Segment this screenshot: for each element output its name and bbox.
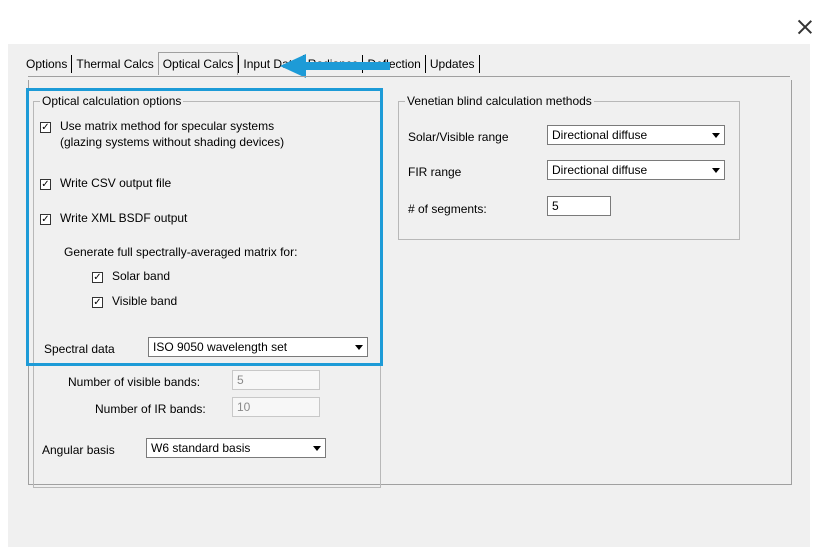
num-ir-bands-label: Number of IR bands: bbox=[95, 402, 206, 416]
segments-input[interactable]: 5 bbox=[547, 196, 611, 216]
tab-strip: Options Thermal Calcs Optical Calcs Inpu… bbox=[22, 51, 480, 76]
tab-options[interactable]: Options bbox=[22, 54, 71, 74]
tab-separator bbox=[478, 55, 480, 73]
panel-top-border bbox=[28, 76, 790, 77]
chevron-down-icon[interactable] bbox=[708, 161, 724, 179]
arrow-annotation-icon bbox=[280, 54, 390, 78]
chevron-down-icon[interactable] bbox=[708, 126, 724, 144]
angular-basis-select[interactable]: W6 standard basis bbox=[146, 438, 326, 458]
solar-visible-range-label: Solar/Visible range bbox=[408, 130, 509, 144]
num-ir-bands-input[interactable]: 10 bbox=[232, 397, 320, 417]
tab-updates[interactable]: Updates bbox=[426, 54, 479, 74]
num-visible-bands-input[interactable]: 5 bbox=[232, 370, 320, 390]
solar-visible-range-value: Directional diffuse bbox=[552, 128, 648, 142]
fir-range-select[interactable]: Directional diffuse bbox=[547, 160, 725, 180]
fir-range-label: FIR range bbox=[408, 165, 462, 179]
angular-basis-label: Angular basis bbox=[42, 443, 115, 457]
chevron-down-icon[interactable] bbox=[309, 439, 325, 457]
angular-basis-value: W6 standard basis bbox=[151, 441, 251, 455]
tab-optical-calcs[interactable]: Optical Calcs bbox=[157, 51, 239, 75]
venetian-methods-title: Venetian blind calculation methods bbox=[405, 94, 594, 108]
tab-thermal-calcs[interactable]: Thermal Calcs bbox=[72, 54, 157, 74]
close-icon[interactable] bbox=[796, 18, 814, 36]
solar-visible-range-select[interactable]: Directional diffuse bbox=[547, 125, 725, 145]
segments-label: # of segments: bbox=[408, 202, 487, 216]
highlight-box bbox=[26, 88, 383, 366]
num-visible-bands-label: Number of visible bands: bbox=[68, 375, 201, 389]
fir-range-value: Directional diffuse bbox=[552, 163, 648, 177]
